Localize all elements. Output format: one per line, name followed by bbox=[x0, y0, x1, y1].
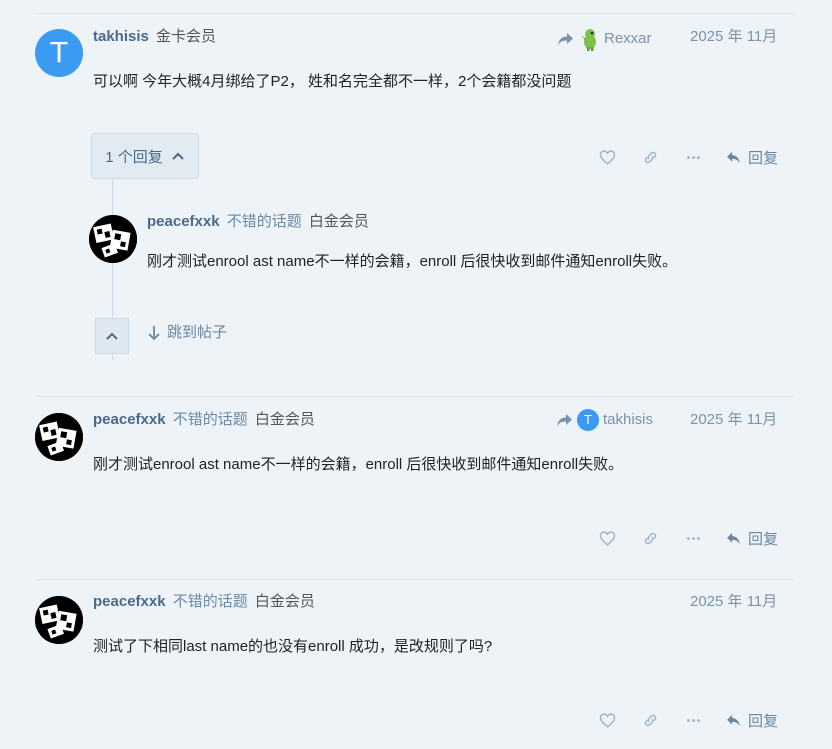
avatar[interactable] bbox=[35, 596, 83, 644]
heart-icon bbox=[599, 530, 616, 546]
reply-button[interactable]: 回复 bbox=[715, 145, 790, 169]
reply-button[interactable]: 回复 bbox=[715, 708, 790, 732]
reply-icon bbox=[727, 532, 740, 544]
reply-icon bbox=[727, 714, 740, 726]
like-button[interactable] bbox=[586, 526, 629, 550]
avatar[interactable] bbox=[35, 413, 83, 461]
avatar-image bbox=[35, 413, 83, 461]
post-actions: 回复 bbox=[586, 145, 790, 169]
post-meta: peacefxxk 不错的话题 白金会员 bbox=[93, 592, 315, 612]
avatar[interactable]: T bbox=[35, 29, 83, 77]
share-arrow-icon bbox=[558, 32, 573, 46]
like-button[interactable] bbox=[586, 708, 629, 732]
post-meta: peacefxxk 不错的话题 白金会员 bbox=[93, 410, 315, 430]
reply-button[interactable]: 回复 bbox=[715, 526, 790, 550]
heart-icon bbox=[599, 149, 616, 165]
arrow-down-icon bbox=[148, 326, 160, 341]
post-body: 刚才测试enrool ast name不一样的会籍，enroll 后很快收到邮件… bbox=[93, 456, 624, 473]
more-button[interactable] bbox=[672, 526, 715, 550]
link-icon bbox=[644, 532, 657, 544]
divider bbox=[36, 579, 794, 580]
more-button[interactable] bbox=[672, 145, 715, 169]
share-link-button[interactable] bbox=[629, 708, 672, 732]
link-icon bbox=[644, 151, 657, 163]
reply-label: 回复 bbox=[748, 149, 779, 167]
post-actions: 回复 bbox=[586, 526, 790, 550]
replies-toggle-button[interactable]: 1 个回复 bbox=[91, 133, 199, 179]
more-icon bbox=[687, 718, 700, 722]
jump-to-post-link[interactable]: 跳到帖子 bbox=[147, 323, 227, 343]
post-date[interactable]: 2025 年 11月 bbox=[690, 410, 777, 430]
chevron-up-icon bbox=[106, 332, 118, 340]
avatar-image bbox=[35, 596, 83, 644]
share-link-button[interactable] bbox=[629, 145, 672, 169]
avatar[interactable] bbox=[89, 215, 137, 263]
divider bbox=[36, 396, 794, 397]
more-icon bbox=[687, 536, 700, 540]
user-flair: 白金会员 bbox=[254, 593, 315, 610]
post-actions: 回复 bbox=[586, 708, 790, 732]
share-link-button[interactable] bbox=[629, 526, 672, 550]
reply-to-name: Rexxar bbox=[604, 30, 652, 47]
divider bbox=[36, 13, 794, 14]
share-arrow-icon bbox=[557, 413, 572, 427]
avatar-image bbox=[89, 215, 137, 263]
post-body: 可以啊 今年大概4月绑给了P2， 姓和名完全都不一样，2个会籍都没问题 bbox=[93, 73, 572, 90]
like-button[interactable] bbox=[586, 145, 629, 169]
jump-label: 跳到帖子 bbox=[167, 324, 228, 341]
reply-to-tab[interactable]: Rexxar bbox=[557, 27, 652, 51]
post-date[interactable]: 2025 年 11月 bbox=[690, 592, 777, 612]
user-title: 不错的话题 bbox=[226, 213, 302, 230]
reply-to-avatar: T bbox=[577, 409, 599, 431]
reply-to-name: takhisis bbox=[603, 411, 654, 428]
more-icon bbox=[687, 155, 700, 159]
user-title: 不错的话题 bbox=[172, 411, 248, 428]
username[interactable]: peacefxxk bbox=[147, 213, 220, 230]
user-flair: 白金会员 bbox=[254, 411, 315, 428]
post-meta: takhisis 金卡会员 bbox=[93, 27, 216, 47]
reply-meta: peacefxxk 不错的话题 白金会员 bbox=[147, 212, 369, 232]
username[interactable]: peacefxxk bbox=[93, 411, 166, 428]
chevron-up-icon bbox=[172, 152, 184, 160]
reply-to-tab[interactable]: T takhisis bbox=[556, 409, 653, 431]
collapse-replies-button[interactable] bbox=[95, 318, 129, 354]
reply-icon bbox=[727, 151, 740, 163]
link-icon bbox=[644, 714, 657, 726]
dinosaur-avatar-icon bbox=[581, 29, 596, 51]
user-flair: 金卡会员 bbox=[156, 28, 217, 45]
replies-count: 1 个回复 bbox=[105, 148, 163, 166]
user-title: 不错的话题 bbox=[172, 593, 248, 610]
reply-body: 刚才测试enrool ast name不一样的会籍，enroll 后很快收到邮件… bbox=[147, 253, 678, 270]
post-date[interactable]: 2025 年 11月 bbox=[690, 27, 777, 47]
post-body: 测试了下相同last name的也没有enroll 成功，是改规则了吗? bbox=[93, 638, 493, 655]
heart-icon bbox=[599, 712, 616, 728]
user-flair: 白金会员 bbox=[308, 213, 369, 230]
username[interactable]: takhisis bbox=[93, 28, 149, 45]
topic-page: T takhisis 金卡会员 Rexxar 2025 年 11月 可以啊 今年… bbox=[0, 0, 832, 749]
reply-label: 回复 bbox=[748, 530, 779, 548]
more-button[interactable] bbox=[672, 708, 715, 732]
reply-label: 回复 bbox=[748, 712, 779, 730]
username[interactable]: peacefxxk bbox=[93, 593, 166, 610]
